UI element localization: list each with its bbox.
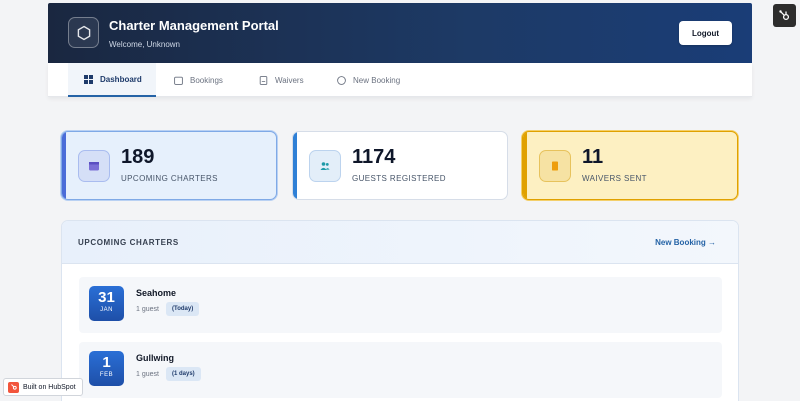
stat-value: 189 — [121, 146, 155, 168]
days-badge: (1 days) — [166, 367, 201, 381]
date-badge: 31 JAN — [89, 286, 124, 321]
charter-name: Seahome — [136, 288, 177, 298]
hubspot-sprocket-icon[interactable] — [773, 4, 796, 27]
calendar-icon — [174, 76, 183, 85]
panel-title: UPCOMING CHARTERS — [78, 238, 179, 247]
guest-count: 1 guest — [136, 371, 159, 378]
tab-bookings[interactable]: Bookings — [174, 63, 223, 97]
logout-button[interactable]: Logout — [679, 21, 732, 45]
built-on-hubspot-badge[interactable]: Built on HubSpot — [3, 378, 83, 396]
welcome-text: Welcome, Unknown — [109, 40, 180, 49]
header: Charter Management Portal Welcome, Unkno… — [48, 3, 752, 63]
charter-item[interactable]: 1 FEB Gullwing 1 guest (1 days) — [79, 342, 722, 398]
tab-label: Bookings — [190, 75, 223, 85]
hexagon-icon — [68, 17, 99, 48]
tab-new-booking[interactable]: New Booking — [337, 63, 400, 97]
tab-dashboard[interactable]: Dashboard — [68, 63, 156, 97]
days-badge: (Today) — [166, 302, 200, 316]
stat-card-guests-registered: 1174 GUESTS REGISTERED — [292, 131, 508, 200]
tab-bar: Dashboard Bookings Waivers New Booking — [48, 63, 752, 97]
charter-name: Gullwing — [136, 353, 174, 363]
plus-circle-icon — [337, 75, 346, 85]
date-month: FEB — [99, 372, 114, 378]
calendar-icon — [78, 150, 110, 182]
users-icon — [309, 150, 341, 182]
document-icon — [259, 75, 268, 85]
stat-card-upcoming-charters: 189 UPCOMING CHARTERS — [61, 131, 277, 200]
tab-label: New Booking — [353, 75, 401, 85]
stat-label: GUESTS REGISTERED — [352, 174, 446, 183]
stat-label: UPCOMING CHARTERS — [121, 174, 218, 183]
stat-card-waivers-sent: 11 WAIVERS SENT — [522, 131, 738, 200]
grid-icon — [84, 74, 93, 84]
date-day: 1 — [102, 354, 111, 371]
page-title: Charter Management Portal — [109, 18, 279, 33]
date-month: JAN — [100, 307, 113, 313]
built-label: Built on HubSpot — [23, 383, 76, 391]
stat-label: WAIVERS SENT — [582, 174, 647, 183]
tab-label: Waivers — [275, 75, 304, 85]
hubspot-logo-icon — [8, 381, 19, 393]
date-day: 31 — [98, 289, 115, 306]
tab-waivers[interactable]: Waivers — [259, 63, 304, 97]
waiver-icon — [539, 150, 571, 182]
charter-item[interactable]: 31 JAN Seahome 1 guest (Today) — [79, 277, 722, 333]
stat-value: 1174 — [352, 146, 396, 168]
card-accent-bar — [293, 132, 297, 199]
tab-label: Dashboard — [100, 74, 142, 84]
date-badge: 1 FEB — [89, 351, 124, 386]
app-container: Charter Management Portal Welcome, Unkno… — [48, 3, 752, 97]
new-booking-link[interactable]: New Booking → — [655, 238, 716, 247]
card-accent-bar — [523, 132, 527, 199]
card-accent-bar — [62, 132, 66, 199]
stat-value: 11 — [582, 146, 604, 168]
upcoming-charters-panel: UPCOMING CHARTERS New Booking → 31 JAN S… — [61, 220, 739, 401]
panel-header: UPCOMING CHARTERS New Booking → — [62, 221, 738, 264]
guest-count: 1 guest — [136, 306, 159, 313]
